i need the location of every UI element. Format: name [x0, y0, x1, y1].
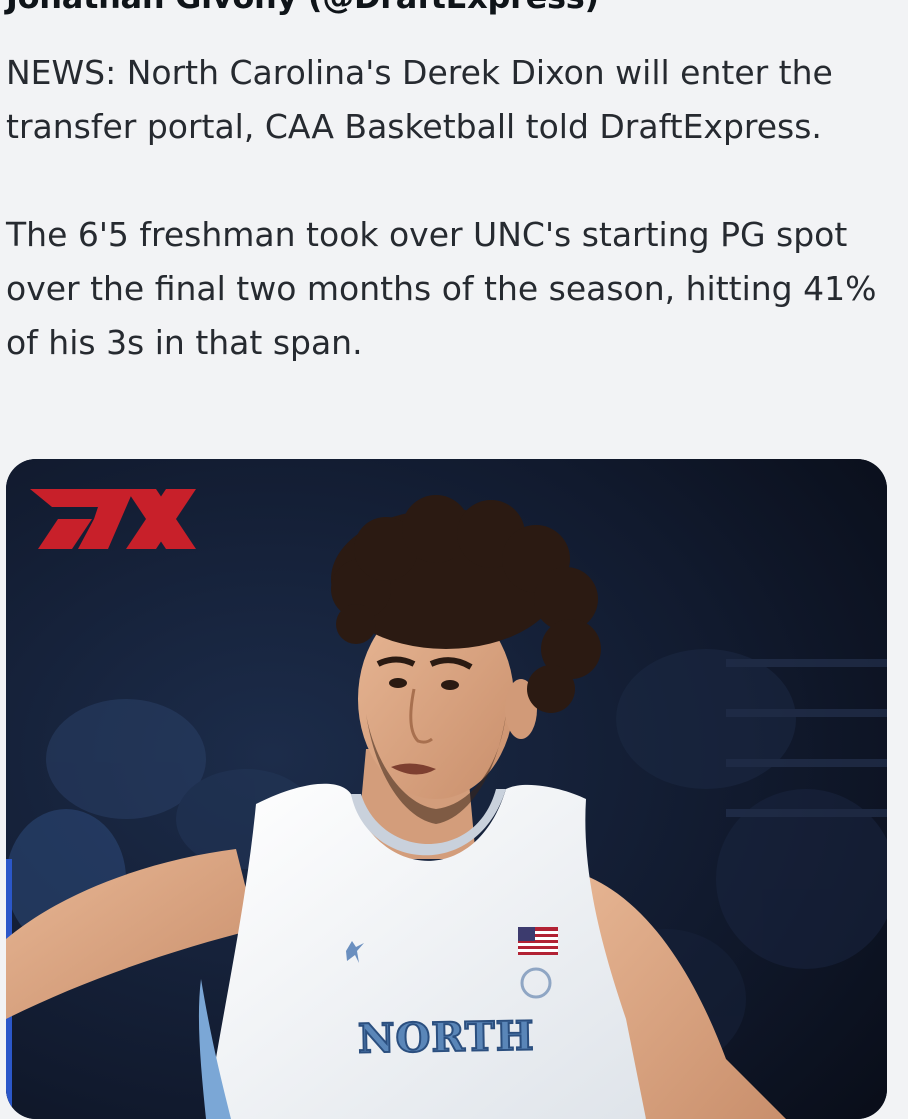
tweet-paragraph: The 6'5 freshman took over UNC's startin… — [6, 215, 877, 362]
flag-patch — [518, 927, 558, 955]
author-name[interactable]: Jonathan Givony (@DraftExpress) — [6, 0, 599, 16]
tweet-text: NEWS: North Carolina's Derek Dixon will … — [6, 46, 886, 370]
tweet-paragraph: NEWS: North Carolina's Derek Dixon will … — [6, 53, 833, 146]
tweet-photo[interactable]: NORTH — [6, 459, 887, 1119]
jersey-lettering: NORTH — [357, 1011, 536, 1063]
